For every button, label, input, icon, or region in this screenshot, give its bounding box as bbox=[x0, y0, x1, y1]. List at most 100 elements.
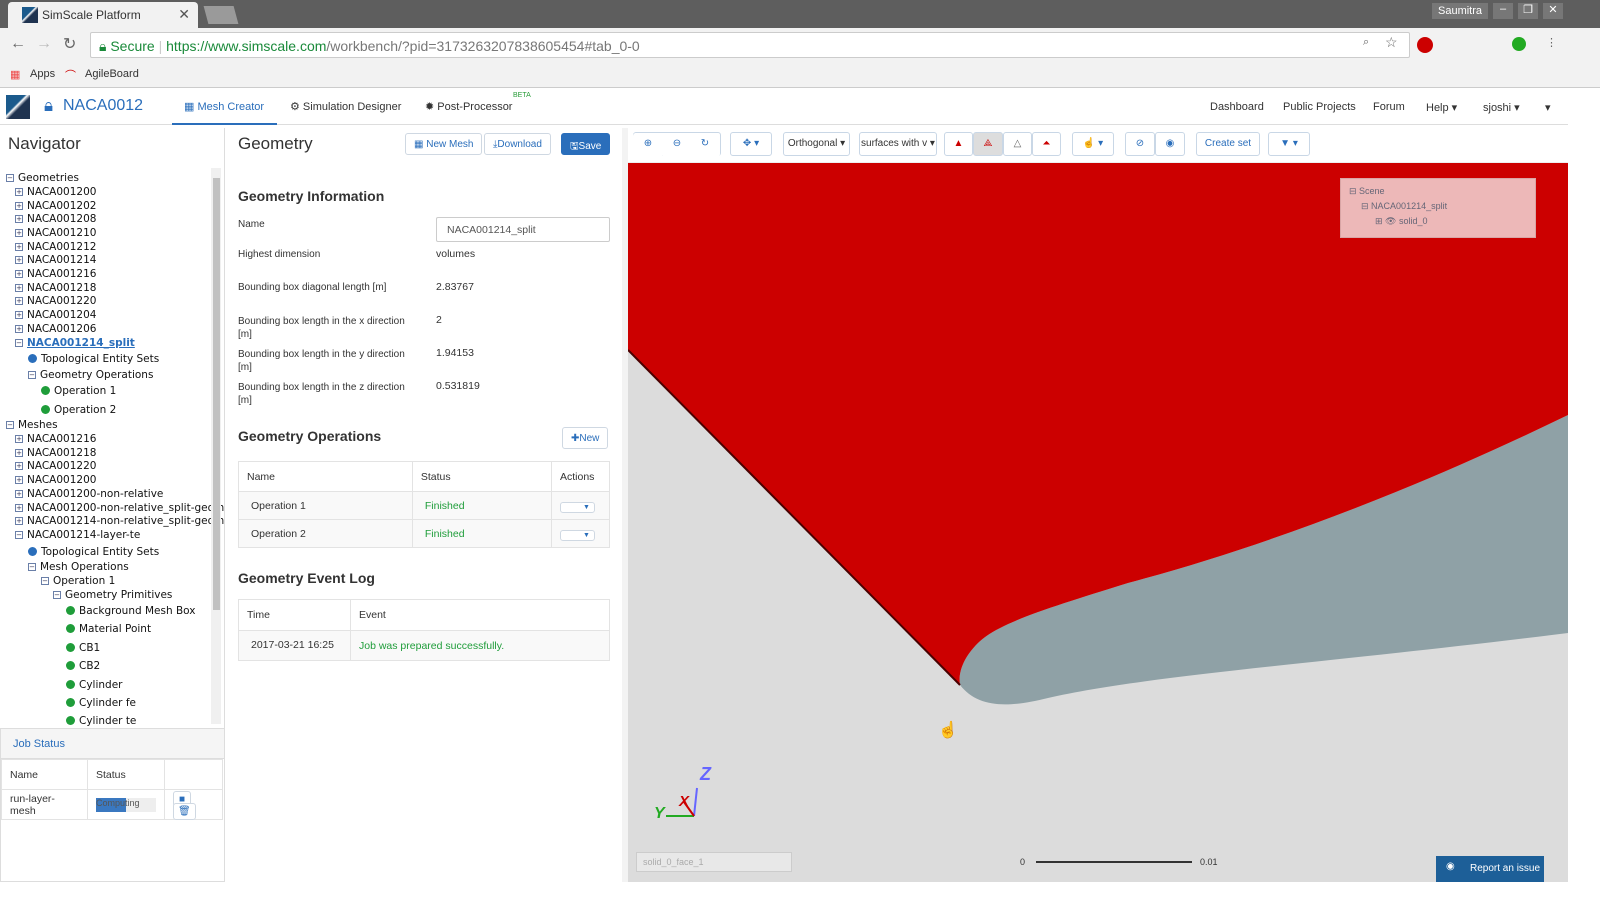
tree-item[interactable]: + NACA001202 bbox=[15, 200, 96, 212]
tree-item[interactable]: − Geometry Primitives bbox=[53, 589, 172, 601]
nav-dashboard[interactable]: Dashboard bbox=[1210, 101, 1264, 113]
zoom-in-icon[interactable]: ⊕ bbox=[633, 133, 663, 157]
tree-item[interactable]: Operation 1 bbox=[41, 385, 116, 397]
tree-item[interactable]: + NACA001210 bbox=[15, 227, 96, 239]
delete-job-button[interactable]: 🗑︎ bbox=[173, 802, 196, 820]
geometry-render[interactable] bbox=[628, 163, 1568, 882]
actions-dropdown[interactable]: ▼ bbox=[560, 529, 595, 541]
panel-splitter[interactable] bbox=[622, 128, 628, 882]
bookmark-agileboard[interactable]: AgileBoard bbox=[85, 68, 139, 80]
tree-item[interactable]: − Geometry Operations bbox=[28, 369, 153, 381]
expand-icon[interactable]: + bbox=[15, 311, 23, 319]
expand-icon[interactable]: + bbox=[15, 325, 23, 333]
tree-item[interactable]: + NACA001214 bbox=[15, 254, 96, 266]
show-icon[interactable]: ◉ bbox=[1155, 132, 1185, 156]
reset-view-icon[interactable]: ↻ bbox=[690, 133, 720, 157]
search-icon[interactable]: ⌕ bbox=[1363, 36, 1369, 49]
filter-dropdown[interactable]: ▼ ▾ bbox=[1268, 132, 1310, 156]
name-input[interactable]: NACA001214_split bbox=[436, 217, 610, 242]
tree-item[interactable]: − NACA001214-layer-te bbox=[15, 529, 140, 541]
tree-item[interactable]: + NACA001204 bbox=[15, 309, 96, 321]
expand-icon[interactable]: + bbox=[15, 270, 23, 278]
collapse-icon[interactable]: − bbox=[6, 421, 14, 429]
simscale-logo[interactable] bbox=[6, 95, 30, 119]
surface-edges-render-icon[interactable]: ⏶ bbox=[1032, 132, 1061, 156]
tree-item[interactable]: + NACA001200 bbox=[15, 474, 96, 486]
expand-icon[interactable]: + bbox=[15, 229, 23, 237]
collapse-icon[interactable]: − bbox=[28, 371, 36, 379]
nav-more[interactable]: ▾ bbox=[1545, 101, 1551, 114]
collapse-icon[interactable]: − bbox=[6, 174, 14, 182]
move-dropdown[interactable]: ✥ ▾ bbox=[730, 132, 772, 156]
scene-root[interactable]: ⊟ Scene bbox=[1349, 186, 1385, 197]
expand-icon[interactable]: + bbox=[15, 243, 23, 251]
collapse-icon[interactable]: − bbox=[15, 531, 23, 539]
tree-item[interactable]: Material Point bbox=[66, 623, 151, 635]
tree-item[interactable]: + NACA001216 bbox=[15, 268, 96, 280]
expand-icon[interactable]: + bbox=[15, 284, 23, 292]
forward-icon[interactable]: → bbox=[36, 35, 52, 53]
back-icon[interactable]: ← bbox=[10, 35, 26, 53]
wireframe-render-icon[interactable]: △ bbox=[1003, 132, 1032, 156]
operation-row[interactable]: Operation 2 Finished ▼ bbox=[238, 519, 610, 548]
actions-dropdown[interactable]: ▼ bbox=[560, 501, 595, 513]
tree-item[interactable]: + NACA001200-non-relative bbox=[15, 488, 163, 500]
zoom-out-icon[interactable]: ⊖ bbox=[662, 133, 692, 157]
create-set-button[interactable]: Create set bbox=[1196, 132, 1260, 156]
expand-icon[interactable]: + bbox=[15, 256, 23, 264]
star-icon[interactable]: ☆ bbox=[1385, 34, 1398, 51]
project-name[interactable]: NACA0012 bbox=[63, 97, 143, 115]
extension-icon[interactable] bbox=[1512, 37, 1526, 51]
new-mesh-button[interactable]: ▦ New Mesh bbox=[405, 133, 483, 155]
adblock-icon[interactable] bbox=[1417, 37, 1433, 53]
tree-item[interactable]: Operation 2 bbox=[41, 404, 116, 416]
eye-icon[interactable]: 👁︎ bbox=[1385, 216, 1396, 226]
expand-icon[interactable]: + bbox=[15, 449, 23, 457]
new-operation-button[interactable]: ✚New bbox=[562, 427, 609, 449]
download-button[interactable]: ⤓Download bbox=[484, 133, 551, 155]
tree-item[interactable]: + NACA001200-non-relative_split-geom bbox=[15, 502, 224, 514]
minimize-button[interactable]: – bbox=[1493, 3, 1513, 19]
expand-icon[interactable]: + bbox=[15, 476, 23, 484]
tab-post-processor[interactable]: ✹ Post-Processor bbox=[425, 88, 512, 125]
expand-icon[interactable]: + bbox=[15, 517, 23, 525]
browser-tab[interactable]: SimScale Platform ✕ bbox=[8, 2, 198, 28]
tree-item[interactable]: + NACA001220 bbox=[15, 460, 96, 472]
tree-item[interactable]: + NACA001206 bbox=[15, 323, 96, 335]
collapse-icon[interactable]: − bbox=[28, 563, 36, 571]
restore-button[interactable]: ❐ bbox=[1518, 3, 1538, 19]
collapse-icon[interactable]: − bbox=[41, 577, 49, 585]
tree-item[interactable]: − Mesh Operations bbox=[28, 561, 129, 573]
tree-item[interactable]: − Meshes bbox=[6, 419, 58, 431]
expand-icon[interactable]: + bbox=[15, 215, 23, 223]
tree-item[interactable]: + NACA001218 bbox=[15, 447, 96, 459]
tab-mesh-creator[interactable]: ▦ Mesh Creator bbox=[172, 88, 277, 125]
save-button[interactable]: 🖫︎Save bbox=[561, 133, 611, 155]
tree-item[interactable]: + NACA001214-non-relative_split-geom bbox=[15, 515, 224, 527]
nav-public-projects[interactable]: Public Projects bbox=[1283, 101, 1356, 113]
close-tab-icon[interactable]: ✕ bbox=[178, 6, 190, 23]
projection-select[interactable]: Orthogonal ▾ bbox=[783, 132, 850, 156]
selection-field[interactable]: solid_0_face_1 bbox=[636, 852, 792, 872]
3d-viewer[interactable]: ⊕ ⊖ ↻ ✥ ▾ Orthogonal ▾ surfaces with v ▾… bbox=[628, 128, 1568, 882]
tree-item[interactable]: + NACA001212 bbox=[15, 241, 96, 253]
render-mode-select[interactable]: surfaces with v ▾ bbox=[859, 132, 937, 156]
tree-item[interactable]: + NACA001220 bbox=[15, 295, 96, 307]
tree-item[interactable]: + NACA001200 bbox=[15, 186, 96, 198]
expand-icon[interactable]: + bbox=[15, 462, 23, 470]
tab-simulation-designer[interactable]: ⚙ Simulation Designer bbox=[290, 88, 401, 125]
tree-item[interactable]: − NACA001214_split bbox=[15, 337, 135, 349]
tree-item[interactable]: Cylinder fe bbox=[66, 697, 136, 709]
collapse-icon[interactable]: − bbox=[15, 339, 23, 347]
reload-icon[interactable]: ↻ bbox=[63, 34, 76, 54]
solid-render-icon[interactable]: ▲ bbox=[944, 132, 973, 156]
selection-mode-dropdown[interactable]: ☝ ▾ bbox=[1072, 132, 1114, 156]
hide-icon[interactable]: ⊘ bbox=[1125, 132, 1155, 156]
tree-item[interactable]: Cylinder bbox=[66, 679, 122, 691]
close-window-button[interactable]: ✕ bbox=[1543, 3, 1563, 19]
tree-item[interactable]: − Operation 1 bbox=[41, 575, 115, 587]
tree-item[interactable]: CB2 bbox=[66, 660, 100, 672]
nav-user[interactable]: sjoshi ▾ bbox=[1483, 101, 1520, 114]
expand-icon[interactable]: + bbox=[15, 202, 23, 210]
expand-icon[interactable]: + bbox=[15, 188, 23, 196]
